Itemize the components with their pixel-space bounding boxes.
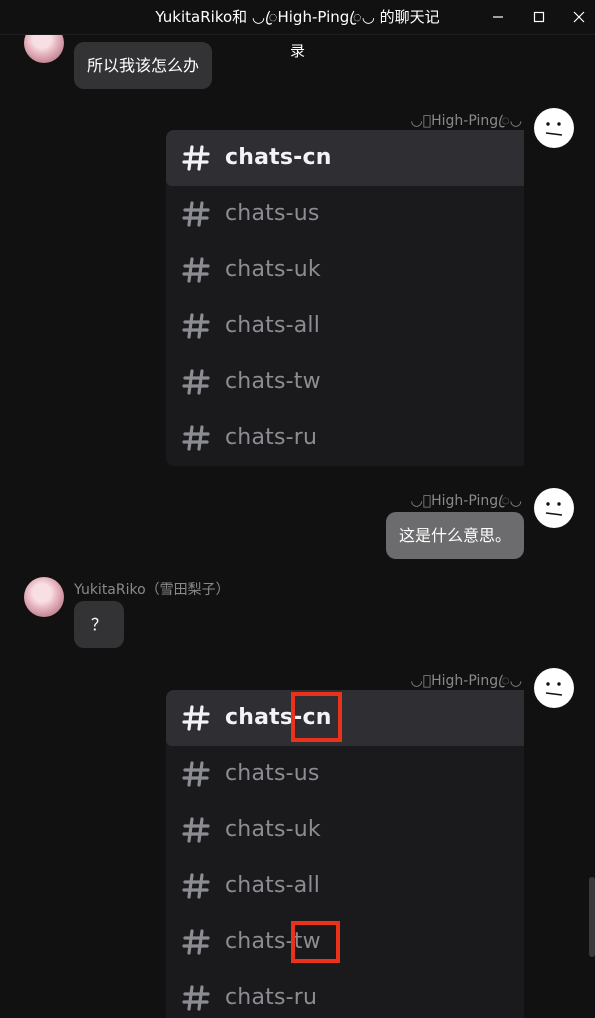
minimize-icon <box>493 16 503 18</box>
close-icon <box>573 11 585 23</box>
highlight-box-tw <box>291 921 340 963</box>
highlight-box-cn <box>291 692 342 742</box>
channel-name: chats-tw <box>225 369 321 394</box>
title-bar: YukitaRiko和 ◡ꦿHigh-Pingꦿ◡ 的聊天记录 <box>0 0 595 60</box>
scrollbar-thumb[interactable] <box>589 877 595 957</box>
channel-name: chats-cn <box>225 145 332 170</box>
hash-icon <box>182 425 210 451</box>
channel-name: chats-uk <box>225 257 321 282</box>
hash-icon <box>182 313 210 339</box>
channel-item-chats-us: chats-us <box>166 746 524 802</box>
face-icon <box>534 668 574 708</box>
avatar-yukitariko[interactable] <box>24 577 64 617</box>
channel-item-chats-all: chats-all <box>166 298 524 354</box>
channel-name: chats-all <box>225 313 321 338</box>
hash-icon <box>182 761 210 787</box>
hash-icon <box>182 145 210 171</box>
avatar-yukitariko[interactable] <box>24 35 64 63</box>
channel-item-chats-uk: chats-uk <box>166 242 524 298</box>
hash-icon <box>182 817 210 843</box>
channel-item-chats-cn: chats-cn <box>166 690 524 746</box>
face-icon <box>534 108 574 148</box>
channel-name: chats-us <box>225 761 320 786</box>
sender-name: YukitaRiko（雪田梨子） <box>74 582 230 598</box>
hash-icon <box>182 201 210 227</box>
channel-name: chats-us <box>225 201 320 226</box>
message-bubble[interactable]: 这是什么意思。 <box>385 512 524 559</box>
channel-list-screenshot-highlighted: chats-cn chats-us chats-uk chats-all chats-t… <box>166 690 524 1018</box>
channel-name: chats-ru <box>225 425 318 450</box>
maximize-icon <box>533 11 545 23</box>
message-bubble[interactable]: 所以我该怎么办 <box>74 42 213 89</box>
channel-name: chats-ru <box>225 985 318 1010</box>
hash-icon <box>182 369 210 395</box>
channel-item-chats-cn: chats-cn <box>166 130 524 186</box>
hash-icon <box>182 873 210 899</box>
avatar-high-ping[interactable] <box>534 108 574 148</box>
channel-name: chats-all <box>225 873 321 898</box>
close-button[interactable] <box>557 0 595 34</box>
channel-list-screenshot: chats-cn chats-us chats-uk chats-all chats-t… <box>166 130 524 466</box>
channel-item-chats-ru: chats-ru <box>166 410 524 466</box>
message-bubble[interactable]: ？ <box>74 601 124 648</box>
chat-history[interactable]: 所以我该怎么办 ◡ꦿHigh-Pingꦿ◡ chats-cn chats-us ch… <box>0 35 595 1018</box>
face-icon <box>534 488 574 528</box>
channel-item-chats-all: chats-all <box>166 858 524 914</box>
hash-icon <box>182 257 210 283</box>
hash-icon <box>182 985 210 1011</box>
window-title: YukitaRiko和 ◡ꦿHigh-Pingꦿ◡ 的聊天记录 <box>155 8 440 60</box>
hash-icon <box>182 929 210 955</box>
minimize-button[interactable] <box>476 0 520 34</box>
avatar-high-ping[interactable] <box>534 488 574 528</box>
channel-item-chats-us: chats-us <box>166 186 524 242</box>
avatar-high-ping[interactable] <box>534 668 574 708</box>
channel-item-chats-ru: chats-ru <box>166 970 524 1018</box>
channel-item-chats-uk: chats-uk <box>166 802 524 858</box>
channel-item-chats-tw: chats-tw <box>166 354 524 410</box>
channel-item-chats-tw: chats-tw <box>166 914 524 970</box>
channel-name: chats-uk <box>225 817 321 842</box>
hash-icon <box>182 705 210 731</box>
maximize-button[interactable] <box>517 0 561 34</box>
